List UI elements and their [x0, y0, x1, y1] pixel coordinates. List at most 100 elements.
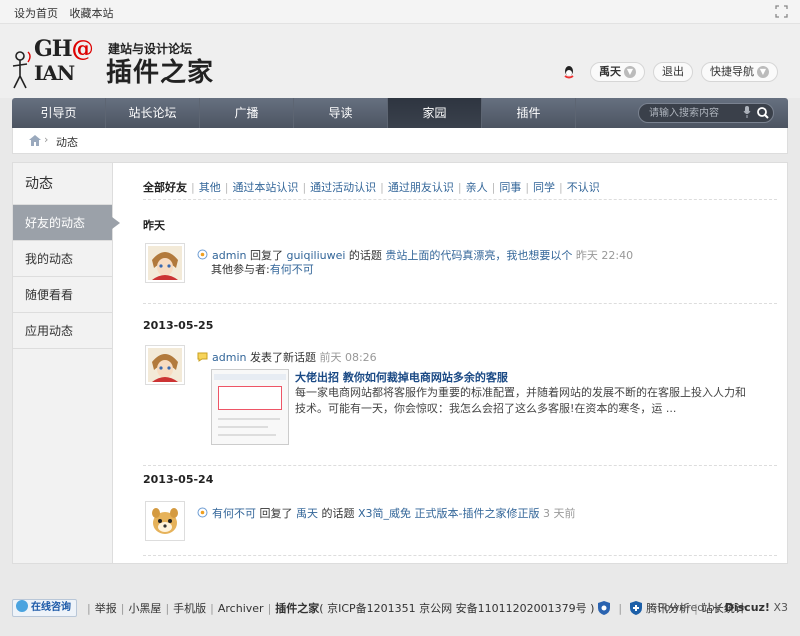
- action-text: 的话题: [348, 249, 382, 262]
- friend-filter-tabs: 全部好友 | 其他 | 通过本站认识 | 通过活动认识 | 通过朋友认识 | 亲人 | 同事 | 同学 | 不认…: [143, 179, 777, 201]
- filter-other[interactable]: 其他: [199, 181, 221, 194]
- nav-item-home[interactable]: 家园: [388, 98, 482, 128]
- discuz-link[interactable]: Discuz!: [725, 601, 770, 614]
- breadcrumb: › 动态: [12, 128, 788, 154]
- avatar[interactable]: [145, 501, 185, 541]
- sidebar-item-friends-feed[interactable]: 好友的动态: [13, 205, 120, 241]
- footer-divider: |: [165, 601, 170, 615]
- logo-brand: 插件之家: [106, 58, 215, 88]
- filter-colleague[interactable]: 同事: [499, 181, 521, 194]
- filter-divider: |: [491, 181, 496, 194]
- timestamp: 昨天 22:40: [575, 249, 634, 262]
- search-box: [638, 103, 774, 123]
- stick-figure-icon: [12, 51, 31, 89]
- footer-divider: |: [267, 601, 272, 615]
- action-text: 发表了新话题: [249, 351, 316, 364]
- expand-icon[interactable]: [775, 5, 788, 18]
- filter-divider: |: [525, 181, 530, 194]
- filter-family[interactable]: 亲人: [466, 181, 488, 194]
- online-consult-button[interactable]: 在线咨询: [12, 599, 77, 617]
- feed-item: admin 回复了 guiqiliuwei 的话题 贵站上面的代码真漂亮，我也想…: [145, 243, 777, 287]
- thumbnail-line: [218, 434, 276, 436]
- user-link[interactable]: 有何不可: [270, 263, 314, 276]
- day-heading: 2013-05-25: [143, 319, 214, 332]
- shield-icon: [630, 601, 643, 615]
- logo-gh: GH@: [34, 36, 94, 62]
- thumbnail-bar: [214, 374, 286, 380]
- feed-line: 有何不可 回复了 禹天 的话题 X3简_威免 正式版本-插件之家修正版 3 天前: [197, 505, 576, 521]
- action-text: 回复了: [259, 507, 293, 520]
- search-input[interactable]: [649, 106, 737, 120]
- logo-subtitle: 建站与设计论坛: [108, 42, 193, 56]
- sidebar-item-my-feed[interactable]: 我的动态: [13, 241, 112, 277]
- site-logo[interactable]: GH@ IAN 建站与设计论坛 插件之家: [12, 36, 252, 92]
- header: GH@ IAN 建站与设计论坛 插件之家 禹天 ▼ 退出 快捷导航 ▼: [0, 24, 800, 98]
- top-bar: 设为首页 收藏本站: [0, 0, 800, 24]
- filter-divider: |: [191, 181, 195, 194]
- chevron-down-icon: ▼: [757, 66, 769, 78]
- chevron-down-icon: ▼: [624, 66, 636, 78]
- filter-event[interactable]: 通过活动认识: [310, 181, 376, 194]
- site-name-link[interactable]: 插件之家: [275, 600, 319, 616]
- blacklist-link[interactable]: 小黑屋: [128, 600, 161, 616]
- filter-unknown[interactable]: 不认识: [567, 181, 600, 194]
- topic-link[interactable]: X3简_威免 正式版本-插件之家修正版: [358, 507, 540, 520]
- username-button[interactable]: 禹天 ▼: [590, 62, 645, 82]
- nav-item-forum[interactable]: 站长论坛: [106, 98, 200, 128]
- logo-ian: IAN: [34, 61, 75, 85]
- filter-site[interactable]: 通过本站认识: [232, 181, 298, 194]
- user-link[interactable]: admin: [212, 351, 246, 364]
- logout-button[interactable]: 退出: [653, 62, 693, 82]
- icp-text[interactable]: ( 京ICP备1201351 京公网 安备11011202001379号 ): [319, 600, 594, 616]
- filter-all-friends[interactable]: 全部好友: [143, 181, 187, 194]
- sidebar-item-app-feed[interactable]: 应用动态: [13, 313, 112, 349]
- filter-divider: |: [224, 181, 229, 194]
- breadcrumb-current[interactable]: 动态: [56, 134, 78, 150]
- avatar[interactable]: [145, 243, 185, 283]
- nav-item-plugins[interactable]: 插件: [482, 98, 576, 128]
- set-homepage-link[interactable]: 设为首页: [14, 7, 58, 20]
- police-badge-icon[interactable]: [598, 601, 611, 615]
- filter-divider: |: [302, 181, 307, 194]
- main-panel: 动态 好友的动态 我的动态 随便看看 应用动态 全部好友 | 其他 | 通过本站认识 | 通…: [12, 162, 788, 564]
- avatar[interactable]: [145, 345, 185, 385]
- thumbnail-box: [218, 386, 282, 410]
- reply-icon: [197, 507, 208, 518]
- filter-divider: |: [380, 181, 384, 194]
- report-link[interactable]: 举报: [95, 600, 117, 616]
- filter-friends[interactable]: 通过朋友认识: [388, 181, 454, 194]
- timestamp: 3 天前: [543, 507, 576, 520]
- user-link[interactable]: 禹天: [296, 507, 318, 520]
- filter-divider: |: [457, 181, 462, 194]
- bookmark-link[interactable]: 收藏本站: [70, 7, 114, 20]
- divider: [143, 555, 777, 556]
- user-link[interactable]: 有何不可: [212, 507, 256, 520]
- speech-bubble-icon: [197, 351, 208, 362]
- sidebar-item-browse[interactable]: 随便看看: [13, 277, 112, 313]
- microphone-icon[interactable]: [743, 106, 751, 123]
- post-thumbnail[interactable]: [211, 369, 289, 445]
- search-icon[interactable]: [757, 105, 769, 121]
- feed-item: admin 发表了新话题 前天 08:26 大佬出招 教你如何裁掉电商网站多余的…: [145, 345, 777, 449]
- timestamp: 前天 08:26: [319, 351, 377, 364]
- footer-divider: |: [87, 601, 91, 615]
- nav-item-digest[interactable]: 导读: [294, 98, 388, 128]
- nav-item-guide[interactable]: 引导页: [12, 98, 106, 128]
- quick-nav-button[interactable]: 快捷导航 ▼: [701, 62, 778, 82]
- filter-classmate[interactable]: 同学: [533, 181, 555, 194]
- post-title-link[interactable]: 大佬出招 教你如何裁掉电商网站多余的客服: [295, 369, 508, 385]
- nav-item-broadcast[interactable]: 广播: [200, 98, 294, 128]
- qq-icon[interactable]: [562, 65, 576, 79]
- participants-line: 其他参与者:有何不可: [211, 261, 314, 277]
- home-icon[interactable]: [29, 135, 41, 146]
- archiver-link[interactable]: Archiver: [218, 602, 264, 615]
- chat-icon: [16, 600, 28, 612]
- sidebar: 动态 好友的动态 我的动态 随便看看 应用动态: [13, 163, 120, 563]
- footer-divider: |: [120, 601, 125, 615]
- day-heading: 昨天: [143, 219, 165, 232]
- powered-by: Powered by Discuz! X3: [657, 601, 788, 614]
- divider: [143, 303, 777, 304]
- topic-link[interactable]: 贵站上面的代码真漂亮，我也想要以个: [385, 249, 572, 262]
- mobile-link[interactable]: 手机版: [173, 600, 206, 616]
- divider: [143, 465, 777, 466]
